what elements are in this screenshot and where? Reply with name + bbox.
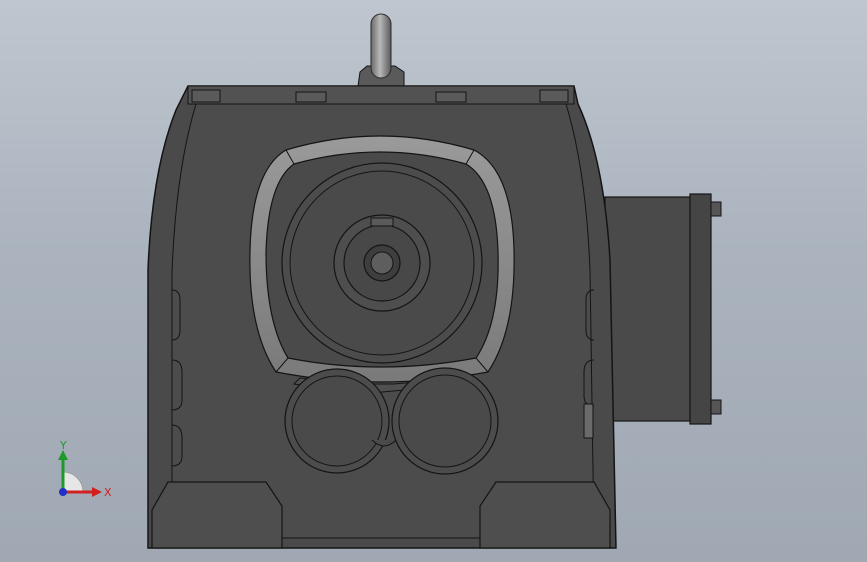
gearbox-model[interactable] xyxy=(0,0,867,562)
output-shaft xyxy=(281,162,483,364)
lifting-handle xyxy=(357,13,405,87)
y-axis-label: Y xyxy=(59,440,67,452)
cad-viewport[interactable]: Y X xyxy=(0,0,867,562)
motor-adapter xyxy=(604,193,722,425)
z-axis-icon xyxy=(59,488,67,496)
x-axis-label: X xyxy=(104,486,112,499)
triad-plane-icon xyxy=(62,471,84,493)
coordinate-triad: Y X xyxy=(58,440,112,499)
